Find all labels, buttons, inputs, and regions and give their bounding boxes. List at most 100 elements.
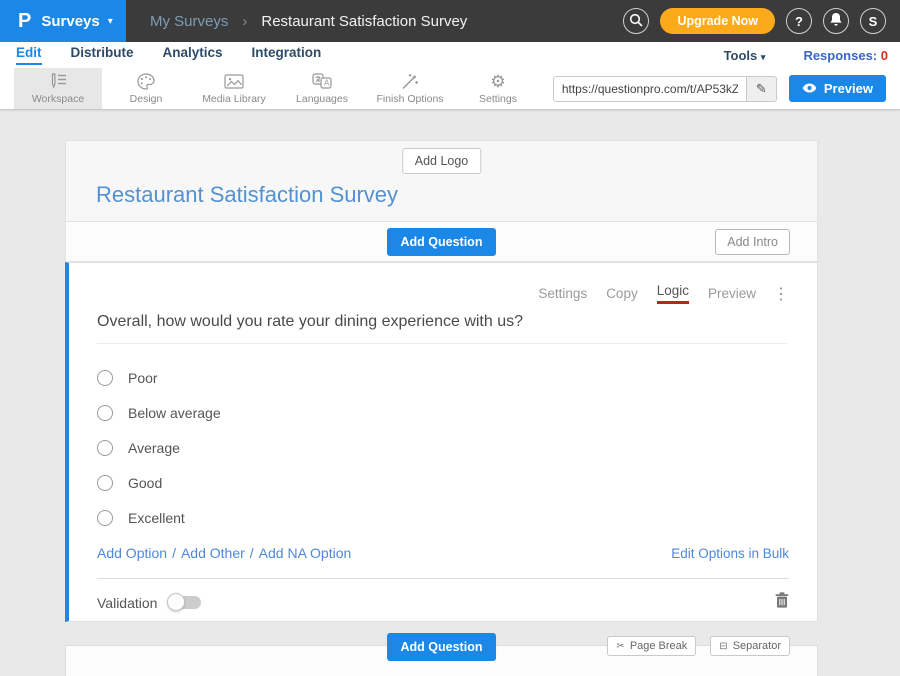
option-label: Poor xyxy=(128,370,158,386)
eye-icon xyxy=(802,81,817,96)
option-label: Below average xyxy=(128,405,221,421)
add-logo-button[interactable]: Add Logo xyxy=(402,148,482,174)
question-action-logic[interactable]: Logic xyxy=(657,283,689,304)
toolbar-item-workspace[interactable]: Workspace xyxy=(14,68,102,109)
workspace-icon xyxy=(49,73,68,90)
add-intro-button[interactable]: Add Intro xyxy=(715,229,790,255)
edit-options-in-bulk-link[interactable]: Edit Options in Bulk xyxy=(671,546,789,561)
pencil-icon: ✎ xyxy=(756,81,767,96)
add-question-button-top[interactable]: Add Question xyxy=(387,228,497,256)
search-button[interactable] xyxy=(623,8,649,34)
tabbar-right: Tools ▾ Responses: 0 xyxy=(724,48,888,63)
add-other-link[interactable]: Add Other xyxy=(181,545,245,561)
editor-main: Add Logo Restaurant Satisfaction Survey … xyxy=(0,110,900,676)
validation-row: Validation xyxy=(97,578,789,622)
option-label: Good xyxy=(128,475,162,491)
page-break-button[interactable]: ✂ Page Break xyxy=(607,636,696,656)
question-card-q1: Q1 Settings Copy Logic Preview ⋮ Overall… xyxy=(65,262,818,622)
tools-label: Tools xyxy=(724,48,758,63)
option-label: Average xyxy=(128,440,180,456)
toolbar-item-finish-options[interactable]: Finish Options xyxy=(366,68,454,109)
product-name: Surveys xyxy=(41,13,99,30)
radio-button-icon[interactable] xyxy=(97,405,113,421)
separator-icon: ⊟ xyxy=(719,641,727,652)
question-action-settings[interactable]: Settings xyxy=(538,286,587,301)
upgrade-now-button[interactable]: Upgrade Now xyxy=(660,8,775,34)
radio-button-icon[interactable] xyxy=(97,475,113,491)
tab-analytics[interactable]: Analytics xyxy=(163,45,223,65)
toolbar-item-design[interactable]: Design xyxy=(102,68,190,109)
question-actions: Settings Copy Logic Preview ⋮ xyxy=(97,263,789,304)
tools-dropdown[interactable]: Tools ▾ xyxy=(724,48,766,63)
translate-icon: A xyxy=(312,73,332,90)
help-button[interactable]: ? xyxy=(786,8,812,34)
app-logo-menu[interactable]: P Surveys ▾ xyxy=(0,0,126,42)
answer-option-below-average[interactable]: Below average xyxy=(97,405,789,421)
add-option-link[interactable]: Add Option xyxy=(97,545,167,561)
toolbar-item-languages[interactable]: A Languages xyxy=(278,68,366,109)
gear-icon: ⚙ xyxy=(490,73,505,90)
top-bar: P Surveys ▾ My Surveys › Restaurant Sati… xyxy=(0,0,900,42)
survey-canvas: Add Logo Restaurant Satisfaction Survey … xyxy=(65,140,818,676)
separator-button[interactable]: ⊟ Separator xyxy=(710,636,790,656)
edit-url-button[interactable]: ✎ xyxy=(746,77,776,101)
more-options-icon[interactable]: ⋮ xyxy=(773,284,789,304)
design-palette-icon xyxy=(137,73,155,90)
answer-option-poor[interactable]: Poor xyxy=(97,370,789,386)
responses-label: Responses: xyxy=(803,48,877,63)
page-break-icon: ✂ xyxy=(616,641,624,652)
tab-edit[interactable]: Edit xyxy=(16,45,42,65)
next-section-card: Add Question ✂ Page Break ⊟ Separator xyxy=(65,645,818,676)
answer-options-list: Poor Below average Average Good Excellen… xyxy=(97,370,789,526)
tab-distribute[interactable]: Distribute xyxy=(71,45,134,65)
question-text[interactable]: Overall, how would you rate your dining … xyxy=(97,313,787,344)
toolbar-item-label: Finish Options xyxy=(376,93,443,105)
toolbar-item-media-library[interactable]: Media Library xyxy=(190,68,278,109)
preview-label: Preview xyxy=(824,81,873,96)
validation-toggle[interactable] xyxy=(169,596,201,609)
preview-survey-button[interactable]: Preview xyxy=(789,75,886,102)
topbar-actions: Upgrade Now ? S xyxy=(623,8,900,34)
toolbar-item-label: Languages xyxy=(296,93,348,105)
add-question-button-bottom[interactable]: Add Question xyxy=(387,633,497,661)
survey-title[interactable]: Restaurant Satisfaction Survey xyxy=(96,182,398,208)
svg-text:A: A xyxy=(324,79,330,88)
separator-label: Separator xyxy=(733,640,781,652)
slash-separator: / xyxy=(172,545,176,561)
toolbar-item-label: Workspace xyxy=(32,93,84,105)
chevron-down-icon: ▾ xyxy=(108,16,113,27)
search-icon xyxy=(629,13,643,30)
add-question-strip: Add Question Add Intro xyxy=(65,222,818,262)
radio-button-icon[interactable] xyxy=(97,510,113,526)
question-action-preview[interactable]: Preview xyxy=(708,286,756,301)
answer-option-excellent[interactable]: Excellent xyxy=(97,510,789,526)
add-na-option-link[interactable]: Add NA Option xyxy=(259,545,352,561)
survey-header-card: Add Logo Restaurant Satisfaction Survey xyxy=(65,140,818,222)
breadcrumb-separator-icon: › xyxy=(242,13,247,30)
toolbar-item-label: Settings xyxy=(479,93,517,105)
delete-question-button[interactable] xyxy=(775,592,789,613)
radio-button-icon[interactable] xyxy=(97,440,113,456)
toolbar-item-settings[interactable]: ⚙ Settings xyxy=(454,68,542,109)
tabs-group: Edit Distribute Analytics Integration xyxy=(16,45,321,65)
responses-counter[interactable]: Responses: 0 xyxy=(803,48,888,63)
notifications-button[interactable] xyxy=(823,8,849,34)
magic-wand-icon xyxy=(401,73,419,90)
responses-count: 0 xyxy=(881,48,888,63)
survey-url-group: ✎ xyxy=(553,76,777,102)
editor-toolbar: Workspace Design Media Library A Languag… xyxy=(0,68,900,110)
survey-nav-tabs: Edit Distribute Analytics Integration To… xyxy=(0,42,900,68)
image-icon xyxy=(224,73,244,90)
answer-option-good[interactable]: Good xyxy=(97,475,789,491)
radio-button-icon[interactable] xyxy=(97,370,113,386)
breadcrumb-my-surveys[interactable]: My Surveys xyxy=(150,13,228,30)
breadcrumb-current-survey: Restaurant Satisfaction Survey xyxy=(261,13,467,30)
answer-option-average[interactable]: Average xyxy=(97,440,789,456)
user-avatar[interactable]: S xyxy=(860,8,886,34)
survey-url-input[interactable] xyxy=(554,77,746,101)
chevron-down-icon: ▾ xyxy=(761,52,766,62)
option-links-row: Add Option / Add Other / Add NA Option E… xyxy=(97,545,789,561)
question-action-copy[interactable]: Copy xyxy=(606,286,638,301)
breadcrumb: My Surveys › Restaurant Satisfaction Sur… xyxy=(150,13,467,30)
tab-integration[interactable]: Integration xyxy=(252,45,322,65)
